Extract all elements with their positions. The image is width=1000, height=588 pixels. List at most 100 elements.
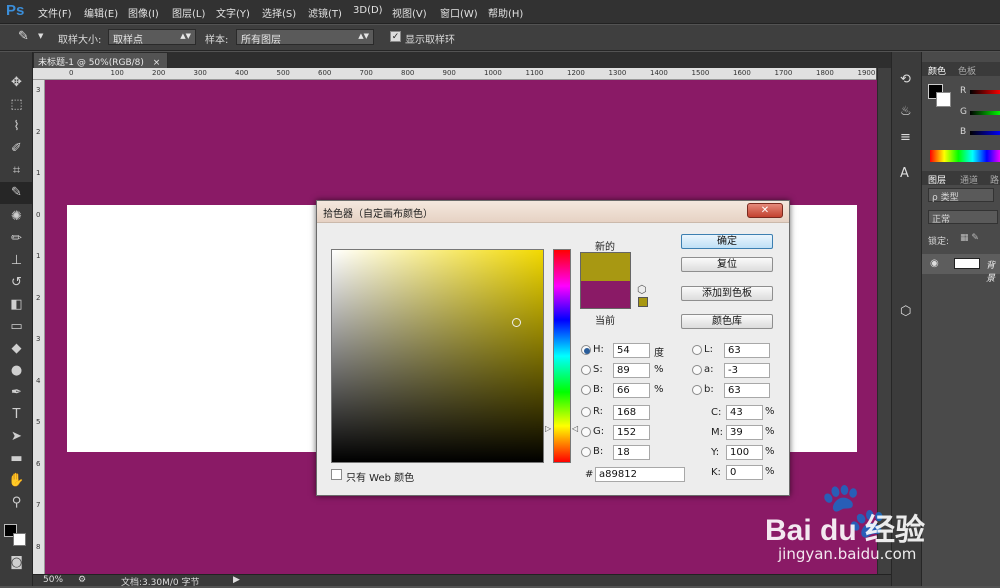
marquee-tool-icon[interactable]: ⬚ [0, 94, 33, 116]
color-libraries-button[interactable]: 颜色库 [681, 314, 773, 329]
hue-slider[interactable] [553, 249, 571, 463]
web-colors-only-checkbox[interactable] [331, 469, 342, 480]
dialog-close-button[interactable]: ✕ [747, 203, 783, 218]
shape-tool-icon[interactable]: ▬ [0, 448, 33, 470]
hex-field[interactable]: a89812 [595, 467, 685, 482]
menu-help[interactable]: 帮助(H) [488, 5, 523, 20]
saturation-brightness-field[interactable] [331, 249, 544, 463]
path-select-tool-icon[interactable]: ➤ [0, 426, 33, 448]
3d-panel-icon[interactable]: ⬡ [900, 304, 911, 319]
menu-filter[interactable]: 滤镜(T) [308, 5, 342, 20]
brush-tool-icon[interactable]: ✏ [0, 228, 33, 250]
eraser-tool-icon[interactable]: ◧ [0, 294, 33, 316]
hue-slider-right-arrow-icon[interactable]: ◁ [572, 424, 578, 433]
status-icon[interactable]: ⚙ [78, 575, 86, 585]
field-blue[interactable]: 18 [613, 445, 650, 460]
tab-layers[interactable]: 图层 [924, 172, 950, 187]
zoom-level[interactable]: 50% [43, 575, 63, 585]
eyedropper-tool-icon[interactable]: ✎ [0, 182, 33, 204]
menu-layer[interactable]: 图层(L) [172, 5, 205, 20]
field-k[interactable]: 0 [726, 465, 763, 480]
tab-channels[interactable]: 通道 [956, 172, 982, 187]
layer-visibility-eye-icon[interactable]: ◉ [930, 258, 939, 269]
ok-button[interactable]: 确定 [681, 234, 773, 249]
current-color-swatch[interactable] [580, 281, 631, 309]
brush-preset-panel-icon[interactable]: ♨ [900, 104, 912, 119]
history-brush-tool-icon[interactable]: ↺ [0, 272, 33, 294]
channel-g-slider[interactable] [970, 111, 1000, 115]
tab-swatches[interactable]: 色板 [954, 63, 980, 78]
field-b[interactable]: 66 [613, 383, 650, 398]
document-tab-close-icon[interactable]: × [153, 58, 161, 68]
field-c[interactable]: 43 [726, 405, 763, 420]
field-r[interactable]: 168 [613, 405, 650, 420]
menu-select[interactable]: 选择(S) [262, 5, 296, 20]
dodge-tool-icon[interactable]: ● [0, 360, 33, 382]
zoom-tool-icon[interactable]: ⚲ [0, 492, 33, 514]
radio-g[interactable] [581, 427, 591, 437]
gradient-tool-icon[interactable]: ▭ [0, 316, 33, 338]
blend-mode-select[interactable]: 正常 [928, 210, 998, 225]
menu-3d[interactable]: 3D(D) [353, 5, 383, 16]
preset-dropdown-icon[interactable]: ▼ [38, 32, 43, 40]
menu-view[interactable]: 视图(V) [392, 5, 427, 20]
sample-size-select[interactable]: 取样点 ▲▼ [108, 29, 196, 46]
radio-s[interactable] [581, 365, 591, 375]
tab-paths[interactable]: 路 [986, 172, 1000, 187]
color-panel-bg-swatch[interactable] [936, 92, 951, 107]
out-of-gamut-cube-icon[interactable]: ⬡ [637, 283, 647, 296]
pen-tool-icon[interactable]: ✒ [0, 382, 33, 404]
radio-h[interactable] [581, 345, 591, 355]
field-s[interactable]: 89 [613, 363, 650, 378]
quick-select-tool-icon[interactable]: ✐ [0, 138, 33, 160]
field-y[interactable]: 100 [726, 445, 763, 460]
radio-blue[interactable] [581, 447, 591, 457]
eyedropper-preset-icon[interactable]: ✎ [18, 29, 29, 44]
menu-type[interactable]: 文字(Y) [216, 5, 250, 20]
blur-tool-icon[interactable]: ◆ [0, 338, 33, 360]
radio-r[interactable] [581, 407, 591, 417]
show-sampling-ring-checkbox[interactable]: ✓ [390, 31, 401, 42]
move-tool-icon[interactable]: ✥ [0, 72, 33, 94]
layer-name[interactable]: 背景 [986, 258, 1000, 284]
adjust-panel-icon[interactable]: ≡ [900, 130, 911, 145]
hue-slider-left-arrow-icon[interactable]: ▷ [545, 424, 551, 433]
lasso-tool-icon[interactable]: ⌇ [0, 116, 33, 138]
field-lab-b[interactable]: 63 [724, 383, 770, 398]
document-tab[interactable]: 未标题-1 @ 50%(RGB/8) × [33, 52, 168, 68]
color-spectrum-bar[interactable] [930, 150, 1000, 162]
reset-button[interactable]: 复位 [681, 257, 773, 272]
field-m[interactable]: 39 [726, 425, 763, 440]
hand-tool-icon[interactable]: ✋ [0, 470, 33, 492]
sample-select[interactable]: 所有图层 ▲▼ [236, 29, 374, 46]
background-color-swatch[interactable] [13, 533, 26, 546]
radio-lab-b[interactable] [692, 385, 702, 395]
add-to-swatches-button[interactable]: 添加到色板 [681, 286, 773, 301]
status-menu-arrow-icon[interactable]: ▶ [233, 575, 240, 585]
field-l[interactable]: 63 [724, 343, 770, 358]
layer-kind-filter[interactable]: ρ 类型 [928, 188, 994, 203]
menu-file[interactable]: 文件(F) [38, 5, 72, 20]
crop-tool-icon[interactable]: ⌗ [0, 160, 33, 182]
radio-a[interactable] [692, 365, 702, 375]
history-panel-icon[interactable]: ⟲ [900, 72, 911, 87]
type-tool-icon[interactable]: T [0, 404, 33, 426]
menu-edit[interactable]: 编辑(E) [84, 5, 118, 20]
field-h[interactable]: 54 [613, 343, 650, 358]
character-panel-icon[interactable]: A [900, 166, 909, 181]
color-field-cursor[interactable] [512, 318, 521, 327]
tab-color[interactable]: 颜色 [924, 63, 950, 78]
field-g[interactable]: 152 [613, 425, 650, 440]
gamut-color-swatch[interactable] [638, 297, 648, 307]
radio-l[interactable] [692, 345, 702, 355]
healing-brush-tool-icon[interactable]: ✺ [0, 206, 33, 228]
menu-window[interactable]: 窗口(W) [440, 5, 478, 20]
lock-icons[interactable]: ▦ ✎ [960, 233, 979, 243]
channel-b-slider[interactable] [970, 131, 1000, 135]
menu-image[interactable]: 图像(I) [128, 5, 159, 20]
quick-mask-icon[interactable]: ◙ [0, 552, 33, 574]
channel-r-slider[interactable] [970, 90, 1000, 94]
radio-b[interactable] [581, 385, 591, 395]
field-a[interactable]: -3 [724, 363, 770, 378]
clone-stamp-tool-icon[interactable]: ⊥ [0, 250, 33, 272]
